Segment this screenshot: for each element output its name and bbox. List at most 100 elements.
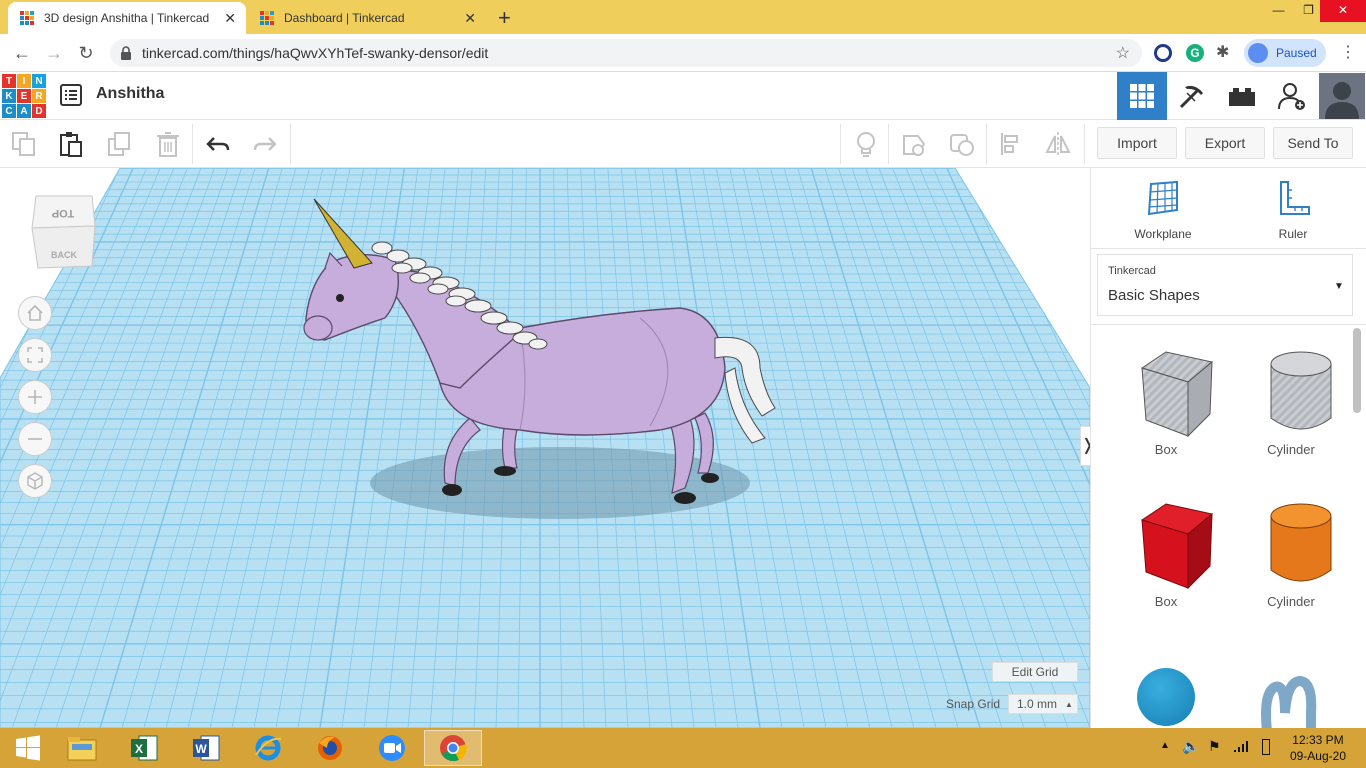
3d-workspace[interactable]: TOP BACK ❭ Edit Grid Snap Grid 1.0 mm ▲ — [0, 168, 1090, 728]
caret-up-icon: ▲ — [1065, 699, 1073, 709]
export-button[interactable]: Export — [1185, 127, 1265, 159]
workplane-button[interactable]: Workplane — [1123, 178, 1203, 241]
design-list-icon[interactable] — [60, 84, 82, 106]
show-hidden-icons[interactable]: ▲ — [1160, 740, 1170, 751]
logo-letter: T — [2, 74, 16, 88]
zoom-in-button[interactable] — [18, 380, 52, 414]
workplane-canvas[interactable]: TOP BACK — [0, 168, 1090, 728]
group-icon[interactable] — [900, 130, 928, 158]
shape-cylinder-gray[interactable]: Cylinder — [1231, 348, 1351, 488]
shape-scribble[interactable] — [1259, 673, 1319, 728]
ruler-button[interactable]: Ruler — [1253, 178, 1333, 241]
align-icon[interactable] — [998, 130, 1026, 158]
3d-view-button[interactable] — [1117, 72, 1167, 120]
user-avatar[interactable] — [1317, 72, 1366, 120]
panel-divider — [1091, 248, 1366, 249]
zoom-out-button[interactable] — [18, 422, 52, 456]
perspective-button[interactable] — [18, 464, 52, 498]
zoom-app[interactable] — [364, 730, 420, 766]
chrome-app[interactable] — [424, 730, 482, 766]
add-user-icon — [1278, 83, 1305, 110]
new-tab-button[interactable]: + — [498, 5, 511, 31]
scrollbar-thumb[interactable] — [1353, 328, 1361, 413]
close-tab-icon[interactable]: ✕ — [464, 10, 476, 27]
internet-explorer-icon — [255, 735, 282, 761]
ungroup-icon[interactable] — [948, 130, 976, 158]
omnibox[interactable]: tinkercad.com/things/haQwvXYhTef-swanky-… — [110, 39, 1142, 67]
word-icon: W — [193, 735, 220, 761]
copy-icon[interactable] — [10, 130, 38, 158]
word-app[interactable]: W — [178, 730, 234, 766]
blocks-button[interactable] — [1167, 72, 1217, 120]
svg-text:W: W — [195, 742, 207, 756]
logo-letter: I — [17, 74, 31, 88]
lock-icon — [121, 46, 131, 60]
lightbulb-icon[interactable] — [852, 130, 880, 158]
edit-grid-button[interactable]: Edit Grid — [992, 662, 1078, 682]
shape-box-red[interactable]: Box — [1106, 500, 1226, 640]
puzzle-icon[interactable]: ✱ — [1216, 42, 1229, 62]
tinkercad-header: TIN KER CAD Anshitha — [0, 72, 1366, 120]
import-button[interactable]: Import — [1097, 127, 1177, 159]
fit-view-icon — [27, 347, 43, 363]
view-cube[interactable]: TOP BACK — [31, 195, 96, 269]
home-view-button[interactable] — [18, 296, 52, 330]
battery-icon[interactable] — [1262, 739, 1270, 755]
shape-cylinder-orange[interactable]: Cylinder — [1231, 500, 1351, 640]
clock-date: 09-Aug-20 — [1289, 749, 1346, 763]
tab-title: 3D design Anshitha | Tinkercad — [44, 11, 210, 25]
bricks-button[interactable] — [1217, 72, 1267, 120]
tab-3d-design[interactable]: 3D design Anshitha | Tinkercad ✕ — [8, 2, 246, 34]
send-to-button[interactable]: Send To — [1273, 127, 1353, 159]
start-button[interactable] — [0, 730, 56, 766]
back-arrow-icon[interactable]: ← — [10, 42, 34, 64]
view-cube-back-label: BACK — [51, 250, 77, 260]
design-title[interactable]: Anshitha — [96, 85, 164, 103]
snap-grid-select[interactable]: 1.0 mm ▲ — [1008, 694, 1078, 714]
network-icon[interactable] — [1232, 738, 1248, 759]
system-clock[interactable]: 12:33 PM 09-Aug-20 — [1290, 732, 1346, 764]
excel-icon: X — [131, 735, 158, 761]
logo-letter: D — [32, 104, 46, 118]
minus-icon — [28, 438, 42, 440]
chrome-icon — [440, 735, 467, 762]
trash-icon[interactable] — [154, 130, 182, 158]
address-bar: ← → ↻ tinkercad.com/things/haQwvXYhTef-s… — [0, 34, 1366, 72]
duplicate-icon[interactable] — [106, 130, 134, 158]
toolbar-divider — [1084, 124, 1085, 164]
tinkercad-logo[interactable]: TIN KER CAD — [2, 74, 46, 118]
toolbar-divider — [986, 124, 987, 164]
excel-app[interactable]: X — [116, 730, 172, 766]
svg-text:X: X — [135, 742, 143, 756]
forward-arrow-icon[interactable]: → — [42, 42, 66, 64]
close-tab-icon[interactable]: ✕ — [224, 10, 236, 27]
ie-app[interactable] — [240, 730, 296, 766]
grammarly-icon[interactable]: G — [1186, 44, 1204, 62]
flag-icon[interactable]: ⚑ — [1208, 738, 1221, 755]
box-gray-icon — [1140, 351, 1214, 438]
tab-dashboard[interactable]: Dashboard | Tinkercad ✕ — [248, 2, 486, 34]
edit-toolbar: Import Export Send To — [0, 120, 1366, 168]
file-explorer-app[interactable] — [54, 730, 110, 766]
undo-icon[interactable] — [204, 130, 232, 158]
shape-category-select[interactable]: Tinkercad Basic Shapes ▼ — [1097, 254, 1353, 316]
toolbar-divider — [192, 124, 193, 164]
shape-box-gray[interactable]: Box — [1106, 348, 1226, 488]
windows-logo-icon — [16, 735, 40, 761]
collapse-panel-toggle[interactable]: ❭ — [1080, 426, 1090, 466]
paste-icon[interactable] — [57, 130, 85, 158]
fit-view-button[interactable] — [18, 338, 52, 372]
redo-icon[interactable] — [251, 130, 279, 158]
shape-label: Box — [1154, 442, 1178, 457]
reload-icon[interactable]: ↻ — [74, 42, 98, 64]
volume-icon[interactable]: 🔈 — [1182, 738, 1199, 755]
bookmark-star-icon[interactable]: ☆ — [1116, 43, 1130, 63]
close-window-button[interactable]: ✕ — [1320, 0, 1366, 22]
extension-icon[interactable] — [1154, 44, 1172, 62]
menu-dots-icon[interactable]: ⋮ — [1340, 42, 1356, 62]
profile-button[interactable]: Paused — [1244, 39, 1326, 67]
mirror-icon[interactable] — [1044, 130, 1072, 158]
firefox-app[interactable] — [302, 730, 358, 766]
invite-user-button[interactable] — [1267, 72, 1317, 120]
shape-sphere[interactable] — [1137, 668, 1195, 726]
